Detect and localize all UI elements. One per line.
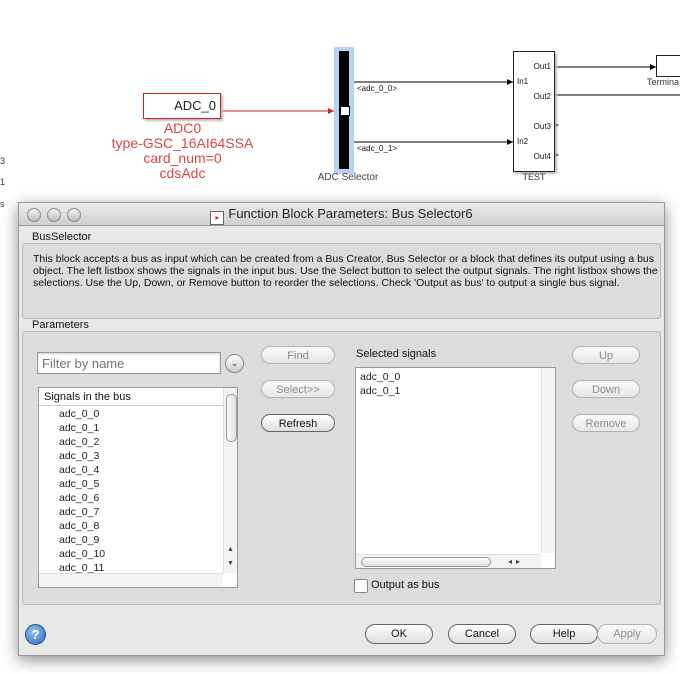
selected-horizontal-scrollbar[interactable]: ◂▸ (356, 554, 541, 568)
signals-horizontal-scrollbar[interactable] (39, 573, 223, 587)
test-in1: In1 (517, 77, 529, 86)
remove-button[interactable]: Remove (572, 414, 640, 432)
selected-list-item[interactable]: adc_0_0 (356, 370, 400, 384)
adc-card-label: card_num=0 (143, 150, 222, 166)
edge-text: s (0, 199, 5, 209)
list-item[interactable]: adc_0_1 (59, 421, 105, 435)
terminator-name: Termina (647, 77, 680, 87)
test-block-name: TEST (522, 172, 546, 182)
adc-block[interactable]: ADC_0 (143, 93, 221, 119)
apply-button[interactable]: Apply (597, 624, 657, 644)
list-item[interactable]: adc_0_9 (59, 533, 105, 547)
list-item[interactable]: adc_0_2 (59, 435, 105, 449)
list-item[interactable]: adc_0_0 (59, 407, 105, 421)
down-button[interactable]: Down (572, 380, 640, 398)
list-item[interactable]: adc_0_6 (59, 491, 105, 505)
selected-vertical-scrollbar[interactable] (541, 368, 555, 553)
selected-signals-listbox[interactable]: adc_0_0 adc_0_1 ◂▸ (355, 367, 556, 569)
block-section-label: BusSelector (32, 231, 92, 243)
output-as-bus-label: Output as bus (371, 579, 440, 591)
hscroll-arrows-icon[interactable]: ◂▸ (508, 555, 524, 568)
list-item[interactable]: adc_0_5 (59, 477, 105, 491)
adc-selector-block[interactable] (334, 47, 354, 174)
title-bar[interactable]: ▸ Function Block Parameters: Bus Selector… (19, 203, 664, 226)
scroll-down-icon[interactable]: ▼ (224, 560, 237, 567)
refresh-button[interactable]: Refresh (261, 414, 335, 432)
filter-input[interactable] (42, 355, 214, 371)
edge-text: 3 (0, 156, 6, 166)
test-out2: Out2 (533, 92, 551, 101)
help-button[interactable]: Help (530, 624, 598, 644)
help-icon[interactable]: ? (25, 624, 46, 645)
window-title-text: Function Block Parameters: Bus Selector6 (228, 206, 473, 221)
list-item[interactable]: adc_0_3 (59, 449, 105, 463)
scroll-up-icon[interactable]: ▲ (224, 546, 237, 553)
selected-hscroll-thumb[interactable] (361, 557, 491, 567)
filter-field[interactable] (37, 352, 221, 374)
filter-options-icon[interactable]: ⌄ (225, 354, 244, 373)
list-item[interactable]: adc_0_10 (59, 547, 105, 561)
adc-label: ADC0 (163, 120, 202, 136)
test-out4: Out4 (533, 152, 551, 161)
up-button[interactable]: Up (572, 346, 640, 364)
block-description: This block accepts a bus as input which … (33, 253, 658, 289)
signals-list-items: adc_0_0 adc_0_1 adc_0_2 adc_0_3 adc_0_4 adc_0… (59, 407, 105, 575)
selected-signals-label: Selected signals (356, 348, 437, 360)
signal-label-2: <adc_0_1> (357, 144, 398, 153)
parameters-label: Parameters (32, 319, 89, 331)
test-out3: Out3 (533, 122, 551, 131)
find-button[interactable]: Find (261, 346, 335, 364)
block-parameters-dialog: ▸ Function Block Parameters: Bus Selector… (18, 202, 665, 656)
list-item[interactable]: adc_0_4 (59, 463, 105, 477)
window-title: ▸ Function Block Parameters: Bus Selector… (19, 206, 664, 225)
test-out1: Out1 (533, 62, 551, 71)
adc-cds-label: cdsAdc (159, 165, 206, 181)
signals-vertical-scrollbar[interactable]: ▲ ▼ (223, 388, 237, 573)
selector-port-icon (340, 106, 350, 116)
selector-name: ADC Selector (317, 172, 379, 183)
select-button[interactable]: Select>> (261, 380, 335, 398)
selected-list-item[interactable]: adc_0_1 (356, 384, 400, 398)
block-params-icon: ▸ (210, 211, 225, 225)
list-item[interactable]: adc_0_7 (59, 505, 105, 519)
signals-list-header: Signals in the bus (39, 388, 228, 406)
selected-signals-items: adc_0_0 adc_0_1 (356, 370, 400, 398)
terminator-block[interactable] (656, 55, 680, 77)
signals-scroll-thumb[interactable] (226, 394, 237, 442)
list-item[interactable]: adc_0_8 (59, 519, 105, 533)
model-canvas: 3 1 s ADC_0 ADC0 type-GSC_16AI64SSA card… (0, 0, 680, 209)
signals-listbox[interactable]: Signals in the bus adc_0_0 adc_0_1 adc_0_2… (38, 387, 238, 588)
cancel-button[interactable]: Cancel (448, 624, 516, 644)
test-in2: In2 (517, 137, 529, 146)
adc-block-name: ADC_0 (174, 98, 216, 113)
output-as-bus-checkbox[interactable] (354, 579, 368, 593)
description-group: This block accepts a bus as input which … (22, 243, 661, 319)
signal-label-1: <adc_0_0> (357, 84, 398, 93)
edge-text: 1 (0, 177, 6, 187)
adc-type-label: type-GSC_16AI64SSA (111, 135, 254, 151)
test-block[interactable]: In1 In2 Out1 Out2 Out3 Out4 (513, 51, 555, 172)
ok-button[interactable]: OK (365, 624, 433, 644)
